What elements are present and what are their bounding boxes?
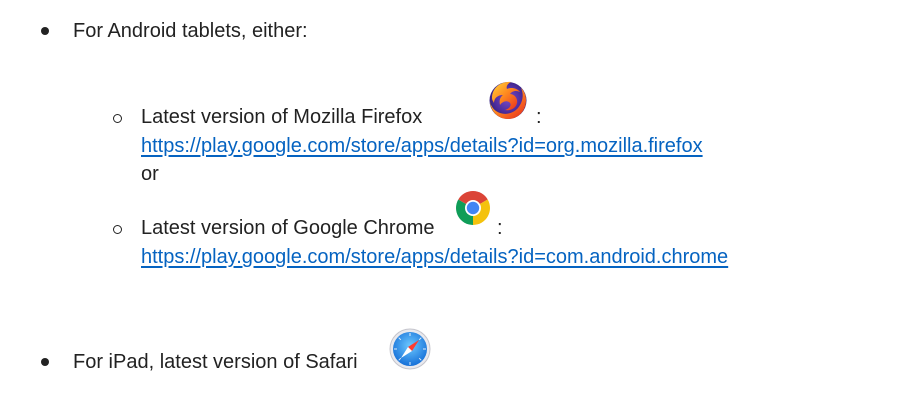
chrome-icon xyxy=(456,191,490,225)
firefox-colon: : xyxy=(536,106,542,128)
or-text: or xyxy=(141,163,159,185)
chrome-label: Latest version of Google Chrome xyxy=(141,217,435,239)
sub-bullet-chrome xyxy=(113,225,122,234)
android-label: For Android tablets, either: xyxy=(73,20,308,42)
chrome-play-store-link[interactable]: https://play.google.com/store/apps/detai… xyxy=(141,243,728,271)
bullet-ipad xyxy=(41,358,49,366)
firefox-label: Latest version of Mozilla Firefox xyxy=(141,106,423,128)
ipad-label: For iPad, latest version of Safari xyxy=(73,351,358,373)
bullet-android xyxy=(41,27,49,35)
sub-bullet-firefox xyxy=(113,114,122,123)
firefox-play-store-link[interactable]: https://play.google.com/store/apps/detai… xyxy=(141,132,703,160)
chrome-colon: : xyxy=(497,217,503,239)
document-page: For Android tablets, either: Latest vers… xyxy=(0,0,919,394)
firefox-icon xyxy=(489,81,527,119)
safari-icon xyxy=(389,328,431,370)
